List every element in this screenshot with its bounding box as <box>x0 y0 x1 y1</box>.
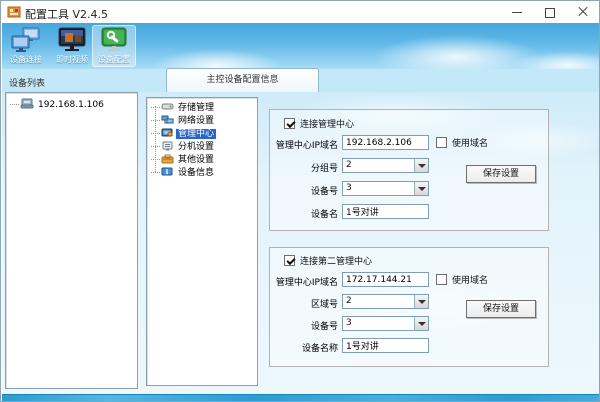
use-domain-checkbox[interactable]: 使用域名 <box>436 137 488 149</box>
tree-connector <box>151 107 160 108</box>
device-tree-item[interactable]: 192.168.1.106 <box>6 98 137 111</box>
use-domain-checkbox[interactable]: 使用域名 <box>436 274 488 286</box>
tree-item-storage[interactable]: 存储管理 <box>147 102 257 115</box>
mgmt-center-icon <box>161 128 173 137</box>
tree-item-label: 管理中心 <box>176 129 217 139</box>
group-no-label: 分组号 <box>310 164 338 174</box>
toolbar-button-device-config[interactable]: 设备配置 <box>92 25 136 67</box>
cloud-decoration <box>152 49 282 69</box>
device-node-icon <box>20 98 34 109</box>
device-list-panel: 192.168.1.106 <box>5 92 138 389</box>
selected-value: 2 <box>346 160 352 170</box>
settings-tree-panel: 存储管理 网络设置 管理中心 分机设置 其他设置 设备信息 <box>146 97 258 386</box>
checkbox-icon <box>284 118 295 129</box>
device-no-select[interactable]: 3 <box>342 181 429 196</box>
management-center-group: 连接管理中心 管理中心IP域名 使用域名 分组号 2 设备号 3 设备名 保存设… <box>269 109 549 231</box>
selected-value: 2 <box>346 296 352 306</box>
tree-item-label: 存储管理 <box>178 103 215 113</box>
checkbox-label: 使用域名 <box>452 276 489 286</box>
selected-value: 3 <box>346 318 352 328</box>
device-tree-item-label: 192.168.1.106 <box>38 100 104 110</box>
dropdown-arrow-icon[interactable] <box>414 317 428 330</box>
device-info-icon <box>161 167 173 176</box>
tree-item-extension[interactable]: 分机设置 <box>147 141 257 154</box>
second-management-center-group: 连接第二管理中心 管理中心IP域名 使用域名 区域号 2 设备号 3 设备名称 … <box>269 247 549 367</box>
close-button[interactable] <box>567 1 599 23</box>
tree-connector <box>10 104 19 105</box>
maximize-button[interactable] <box>534 1 566 23</box>
checkbox-label: 使用域名 <box>452 139 489 149</box>
save-settings-button[interactable]: 保存设置 <box>466 165 536 183</box>
dropdown-arrow-icon[interactable] <box>414 295 428 308</box>
device-no-label: 设备号 <box>310 322 338 332</box>
group-no-select[interactable]: 2 <box>342 158 429 173</box>
tab-main-config[interactable]: 主控设备配置信息 <box>166 68 319 92</box>
live-video-icon <box>58 27 86 51</box>
tree-item-mgmt-center[interactable]: 管理中心 <box>147 128 257 141</box>
region-no-select[interactable]: 2 <box>342 294 429 309</box>
tree-item-label: 网络设置 <box>178 116 215 126</box>
app-window: 配置工具 V2.4.5 设备连接 即时视频 设备配置 设备列表 主控设备配置信息… <box>0 0 600 402</box>
selected-value: 3 <box>346 183 352 193</box>
checkbox-label: 连接管理中心 <box>300 120 355 130</box>
checkbox-icon <box>284 255 295 266</box>
connect-center-checkbox[interactable]: 连接管理中心 <box>284 118 354 130</box>
device-connect-icon <box>11 27 40 52</box>
tree-connector <box>151 120 160 121</box>
window-title: 配置工具 V2.4.5 <box>25 8 109 21</box>
app-icon <box>7 6 21 18</box>
ip-field-label: 管理中心IP域名 <box>275 141 338 151</box>
device-config-icon <box>101 27 127 51</box>
tree-connector <box>151 159 160 160</box>
minimize-button[interactable] <box>501 1 533 23</box>
toolbar-button-live-video[interactable]: 即时视频 <box>50 25 94 67</box>
toolbar-button-label: 设备配置 <box>98 55 130 64</box>
region-no-label: 区域号 <box>310 300 338 310</box>
tree-item-network[interactable]: 网络设置 <box>147 115 257 128</box>
dropdown-arrow-icon[interactable] <box>414 182 428 195</box>
connect-second-center-checkbox[interactable]: 连接第二管理中心 <box>284 255 372 267</box>
storage-icon <box>161 103 174 110</box>
dropdown-arrow-icon[interactable] <box>414 159 428 172</box>
toolbar: 设备连接 即时视频 设备配置 <box>2 23 599 69</box>
device-no-label: 设备号 <box>310 187 338 197</box>
cloud-decoration <box>512 51 599 69</box>
tree-connector <box>151 133 160 134</box>
device-name-input[interactable] <box>342 204 429 219</box>
tree-connector <box>151 172 160 173</box>
device-name-input[interactable] <box>342 338 429 353</box>
status-bar <box>2 394 599 401</box>
device-name-label: 设备名 <box>310 210 338 220</box>
extension-icon <box>162 141 173 151</box>
toolbar-button-device-connect[interactable]: 设备连接 <box>4 25 48 67</box>
toolbar-button-label: 即时视频 <box>56 55 88 64</box>
center-ip-input[interactable] <box>342 135 429 150</box>
tree-item-label: 设备信息 <box>178 168 215 178</box>
device-list-header: 设备列表 <box>9 79 46 89</box>
device-no-select[interactable]: 3 <box>342 316 429 331</box>
checkbox-icon <box>436 137 447 148</box>
tree-item-device-info[interactable]: 设备信息 <box>147 167 257 180</box>
tree-connector <box>151 146 160 147</box>
tree-item-label: 分机设置 <box>178 142 215 152</box>
main-page: 192.168.1.106 存储管理 网络设置 管理中心 分机设置 其他设置 设… <box>2 92 599 394</box>
tree-item-label: 其他设置 <box>178 155 215 165</box>
checkbox-label: 连接第二管理中心 <box>300 257 373 267</box>
device-name-label: 设备名称 <box>301 344 338 354</box>
titlebar: 配置工具 V2.4.5 <box>1 1 599 23</box>
cloud-decoration <box>372 35 542 69</box>
ip-field-label: 管理中心IP域名 <box>275 278 338 288</box>
tree-item-other-settings[interactable]: 其他设置 <box>147 154 257 167</box>
save-settings-button[interactable]: 保存设置 <box>466 300 536 318</box>
second-center-ip-input[interactable] <box>342 272 429 287</box>
network-icon <box>161 115 174 124</box>
checkbox-icon <box>436 274 447 285</box>
other-settings-icon <box>161 154 174 164</box>
toolbar-button-label: 设备连接 <box>10 55 42 64</box>
